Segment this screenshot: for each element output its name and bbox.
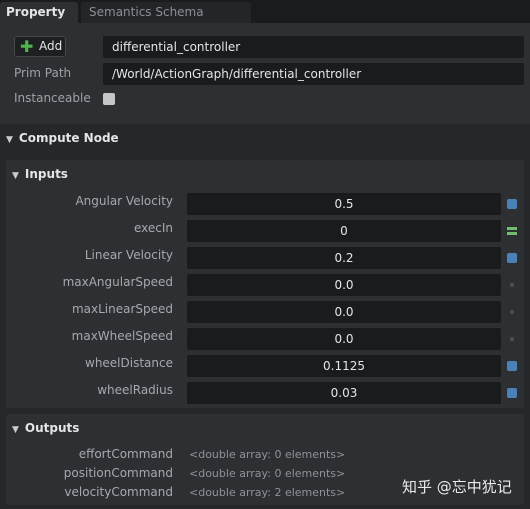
input-field-max-angular-speed[interactable]: 0.0 — [187, 274, 501, 296]
input-field-wheel-distance[interactable]: 0.1125 — [187, 355, 501, 377]
caret-down-icon: ▼ — [12, 425, 19, 435]
instanceable-checkbox[interactable] — [103, 93, 115, 105]
default-value-dot-icon[interactable] — [510, 283, 514, 287]
input-label-wheel-radius: wheelRadius — [97, 383, 173, 397]
exec-connection-icon[interactable] — [507, 226, 517, 236]
input-field-angular-velocity[interactable]: 0.5 — [187, 193, 501, 215]
tab-property[interactable]: Property — [0, 2, 78, 23]
input-field-execin[interactable]: 0 — [187, 220, 501, 242]
connection-indicator-icon[interactable] — [507, 253, 517, 263]
input-label-max-wheel-speed: maxWheelSpeed — [71, 329, 173, 343]
watermark: 知乎 @忘中犹记 — [402, 478, 512, 496]
input-field-max-linear-speed[interactable]: 0.0 — [187, 301, 501, 323]
compute-node-header[interactable]: ▼ Compute Node — [0, 124, 530, 152]
prim-path-label: Prim Path — [14, 66, 72, 80]
add-button[interactable]: ✚ Add — [14, 36, 66, 57]
prim-path-field[interactable]: /World/ActionGraph/differential_controll… — [103, 63, 524, 85]
input-field-wheel-radius[interactable]: 0.03 — [187, 382, 501, 404]
output-value-position-command: <double array: 0 elements> — [189, 467, 346, 480]
tab-semantics-schema-editor[interactable]: Semantics Schema Editor — [81, 2, 251, 40]
input-label-wheel-distance: wheelDistance — [85, 356, 173, 370]
caret-down-icon: ▼ — [12, 171, 19, 181]
connection-indicator-icon[interactable] — [507, 388, 517, 398]
input-label-execin: execIn — [133, 221, 173, 235]
output-value-velocity-command: <double array: 2 elements> — [189, 486, 346, 499]
tab-bar: Property Semantics Schema Editor — [0, 0, 530, 40]
instanceable-label: Instanceable — [14, 91, 91, 105]
compute-node-title: Compute Node — [18, 131, 119, 145]
default-value-dot-icon[interactable] — [510, 337, 514, 341]
input-field-max-wheel-speed[interactable]: 0.0 — [187, 328, 501, 350]
input-label-max-angular-speed: maxAngularSpeed — [62, 275, 173, 289]
inputs-title: Inputs — [24, 167, 68, 181]
plus-icon: ✚ — [20, 37, 34, 56]
default-value-dot-icon[interactable] — [510, 310, 514, 314]
input-label-angular-velocity: Angular Velocity — [75, 194, 173, 208]
outputs-title: Outputs — [24, 421, 80, 435]
input-field-linear-velocity[interactable]: 0.2 — [187, 247, 501, 269]
caret-down-icon: ▼ — [6, 135, 13, 145]
add-button-label: Add — [39, 39, 63, 53]
inputs-header[interactable]: ▼ Inputs — [6, 167, 68, 181]
input-label-max-linear-speed: maxLinearSpeed — [71, 302, 173, 316]
input-label-linear-velocity: Linear Velocity — [84, 248, 173, 262]
outputs-header[interactable]: ▼ Outputs — [6, 421, 79, 435]
prim-name-field[interactable]: differential_controller — [103, 36, 524, 58]
connection-indicator-icon[interactable] — [507, 361, 517, 371]
output-label-velocity-command: velocityCommand — [64, 485, 173, 499]
output-value-effort-command: <double array: 0 elements> — [189, 448, 346, 461]
connection-indicator-icon[interactable] — [507, 199, 517, 209]
output-label-position-command: positionCommand — [63, 466, 173, 480]
output-label-effort-command: effortCommand — [78, 447, 173, 461]
